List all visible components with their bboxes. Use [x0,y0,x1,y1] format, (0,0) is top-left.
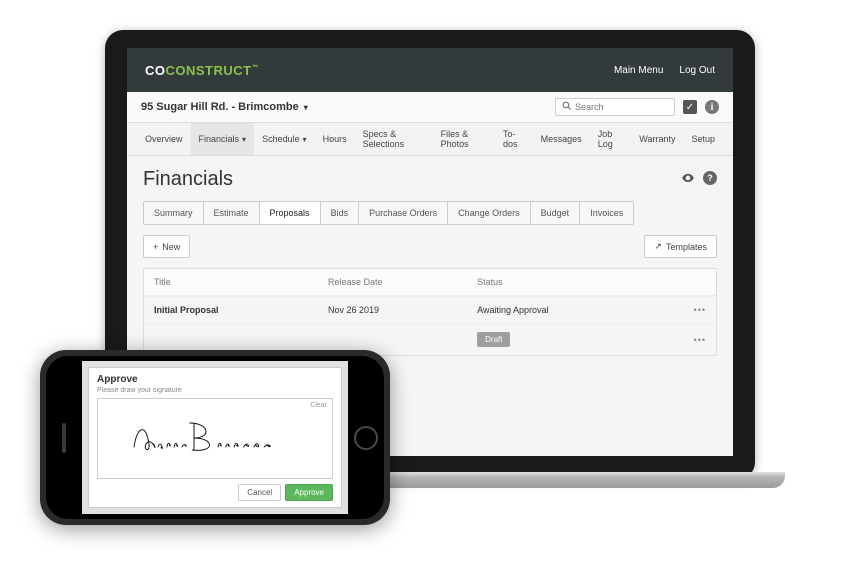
arrow-icon: ↗ [654,241,662,252]
approve-modal: Approve Please draw your signature Clear… [88,367,342,508]
search-input[interactable] [575,102,692,112]
brand-tm: ™ [252,64,260,71]
nav-financials-label: Financials [199,134,240,144]
nav-todos-label: To-dos [503,129,525,149]
nav-setup[interactable]: Setup [683,123,723,155]
row-title: Initial Proposal [154,305,328,315]
templates-button-label: Templates [666,242,707,252]
nav-warranty[interactable]: Warranty [631,123,683,155]
phone-frame: Approve Please draw your signature Clear… [40,350,390,525]
eye-icon[interactable] [681,171,695,188]
main-menu-link[interactable]: Main Menu [614,65,663,76]
home-button-icon[interactable] [354,426,378,450]
status-badge: Draft [477,332,510,347]
approve-button[interactable]: Approve [285,484,333,501]
info-icon[interactable]: i [705,100,719,114]
speaker-icon [62,423,66,453]
templates-button[interactable]: ↗ Templates [644,235,717,258]
subtab-invoices[interactable]: Invoices [580,202,633,224]
row-release: Nov 26 2019 [328,305,477,315]
nav-messages[interactable]: Messages [533,123,590,155]
brand-part1: CO [145,63,166,78]
subtab-purchase-orders[interactable]: Purchase Orders [359,202,448,224]
row-menu-icon[interactable]: ••• [676,305,706,315]
top-bar-links: Main Menu Log Out [614,65,715,76]
project-selector[interactable]: 95 Sugar Hill Rd. - Brimcombe ▾ [141,101,308,113]
signature-drawing [125,413,305,465]
page-title-row: Financials ? [143,168,717,191]
logout-link[interactable]: Log Out [679,65,715,76]
checkbox-icon[interactable]: ✓ [683,100,697,114]
nav-hours[interactable]: Hours [315,123,355,155]
nav-files[interactable]: Files & Photos [433,123,495,155]
row-status: Awaiting Approval [477,305,676,315]
subtab-budget[interactable]: Budget [531,202,581,224]
project-bar: 95 Sugar Hill Rd. - Brimcombe ▾ ✓ i [127,92,733,123]
project-bar-right: ✓ i [555,98,719,116]
page-title: Financials [143,168,233,191]
modal-buttons: Cancel Approve [97,484,333,501]
modal-title: Approve [97,374,333,385]
phone-speaker-side [46,356,82,519]
nav-schedule-label: Schedule [262,134,300,144]
chevron-down-icon: ▾ [242,135,246,144]
new-button[interactable]: + New [143,235,190,258]
nav-specs[interactable]: Specs & Selections [355,123,433,155]
subtab-summary[interactable]: Summary [144,202,204,224]
proposals-table: Title Release Date Status Initial Propos… [143,268,717,356]
nav-joblog-label: Job Log [598,129,624,149]
nav-hours-label: Hours [323,134,347,144]
brand-logo: COCONSTRUCT™ [145,63,259,78]
page-title-actions: ? [681,171,717,188]
clear-button[interactable]: Clear [310,402,327,409]
col-title: Title [154,277,328,287]
plus-icon: + [153,242,158,252]
col-status: Status [477,277,676,287]
table-row[interactable]: Initial Proposal Nov 26 2019 Awaiting Ap… [144,296,716,323]
modal-subtitle: Please draw your signature [97,387,333,394]
main-nav: Overview Financials▾ Schedule▾ Hours Spe… [127,123,733,156]
nav-schedule[interactable]: Schedule▾ [254,123,315,155]
nav-messages-label: Messages [541,134,582,144]
project-name-label: 95 Sugar Hill Rd. - Brimcombe [141,101,299,113]
search-field[interactable] [555,98,675,116]
chevron-down-icon: ▾ [304,103,308,112]
subtab-estimate[interactable]: Estimate [204,202,260,224]
col-release: Release Date [328,277,477,287]
nav-joblog[interactable]: Job Log [590,123,632,155]
table-head: Title Release Date Status [144,269,716,296]
row-menu-icon[interactable]: ••• [676,335,706,345]
phone-home-side [348,356,384,519]
subtab-proposals[interactable]: Proposals [260,202,321,224]
new-button-label: New [162,242,180,252]
nav-specs-label: Specs & Selections [363,129,425,149]
top-bar: COCONSTRUCT™ Main Menu Log Out [127,48,733,92]
cancel-button[interactable]: Cancel [238,484,281,501]
page-body: Financials ? Summary Estimate Proposals … [127,156,733,368]
help-icon[interactable]: ? [703,171,717,185]
signature-pad[interactable]: Clear [97,398,333,479]
nav-warranty-label: Warranty [639,134,675,144]
nav-todos[interactable]: To-dos [495,123,533,155]
search-icon [562,101,571,113]
nav-files-label: Files & Photos [441,129,487,149]
brand-part2: CONSTRUCT [166,63,252,78]
subtab-bids[interactable]: Bids [321,202,360,224]
subtab-change-orders[interactable]: Change Orders [448,202,531,224]
action-row: + New ↗ Templates [143,235,717,258]
phone-inner: Approve Please draw your signature Clear… [46,356,384,519]
phone-screen: Approve Please draw your signature Clear… [82,361,348,514]
nav-overview-label: Overview [145,134,183,144]
nav-setup-label: Setup [691,134,715,144]
nav-financials[interactable]: Financials▾ [191,123,255,155]
nav-overview[interactable]: Overview [137,123,191,155]
sub-tabs: Summary Estimate Proposals Bids Purchase… [143,201,634,225]
row-status: Draft [477,332,676,347]
chevron-down-icon: ▾ [303,135,307,144]
